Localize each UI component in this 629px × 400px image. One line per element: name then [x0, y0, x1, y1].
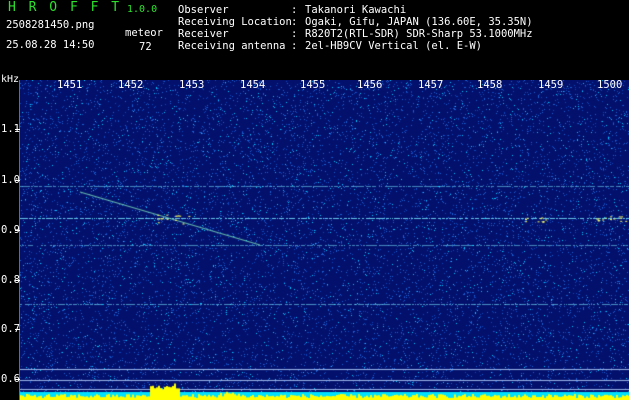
location-colon: :	[291, 16, 298, 28]
time-label: 1457	[418, 79, 444, 91]
freq-tick	[15, 280, 20, 281]
location-label: Receiving Location	[178, 16, 292, 28]
receiver-value: R820T2(RTL-SDR) SDR-Sharp 53.1000MHz	[305, 28, 533, 40]
app-title: H R O F F T	[8, 0, 122, 15]
time-label: 1451	[57, 79, 83, 91]
time-label: 1458	[477, 79, 503, 91]
receiver-label: Receiver	[178, 28, 229, 40]
observer-label: Observer	[178, 4, 229, 16]
filename-label: 2508281450.png	[6, 19, 95, 31]
datetime-label: 25.08.28 14:50	[6, 39, 95, 51]
freq-tick	[15, 379, 20, 380]
time-label: 1459	[538, 79, 564, 91]
freq-tick	[15, 129, 20, 130]
freq-tick	[15, 230, 20, 231]
meteor-label: meteor	[125, 27, 163, 39]
spectrogram-panel	[20, 80, 629, 400]
time-label: 1452	[118, 79, 144, 91]
time-label: 1456	[357, 79, 383, 91]
freq-tick	[15, 329, 20, 330]
receiver-colon: :	[291, 28, 298, 40]
spectrogram-canvas	[20, 80, 629, 400]
time-label: 1500	[597, 79, 623, 91]
meteor-count: 72	[139, 41, 152, 53]
antenna-label: Receiving antenna	[178, 40, 286, 52]
y-unit-label: kHz	[1, 74, 20, 85]
time-label: 1455	[300, 79, 326, 91]
antenna-value: 2el-HB9CV Vertical (el. E-W)	[305, 40, 483, 52]
version-label: 1.0.0	[127, 4, 158, 15]
location-value: Ogaki, Gifu, JAPAN (136.60E, 35.35N)	[305, 16, 533, 28]
time-label: 1454	[240, 79, 266, 91]
freq-tick	[15, 180, 20, 181]
observer-value: Takanori Kawachi	[305, 4, 407, 16]
observer-colon: :	[291, 4, 298, 16]
header: H R O F F T 1.0.0 2508281450.png 25.08.2…	[0, 0, 629, 74]
time-label: 1453	[179, 79, 205, 91]
antenna-colon: :	[291, 40, 298, 52]
